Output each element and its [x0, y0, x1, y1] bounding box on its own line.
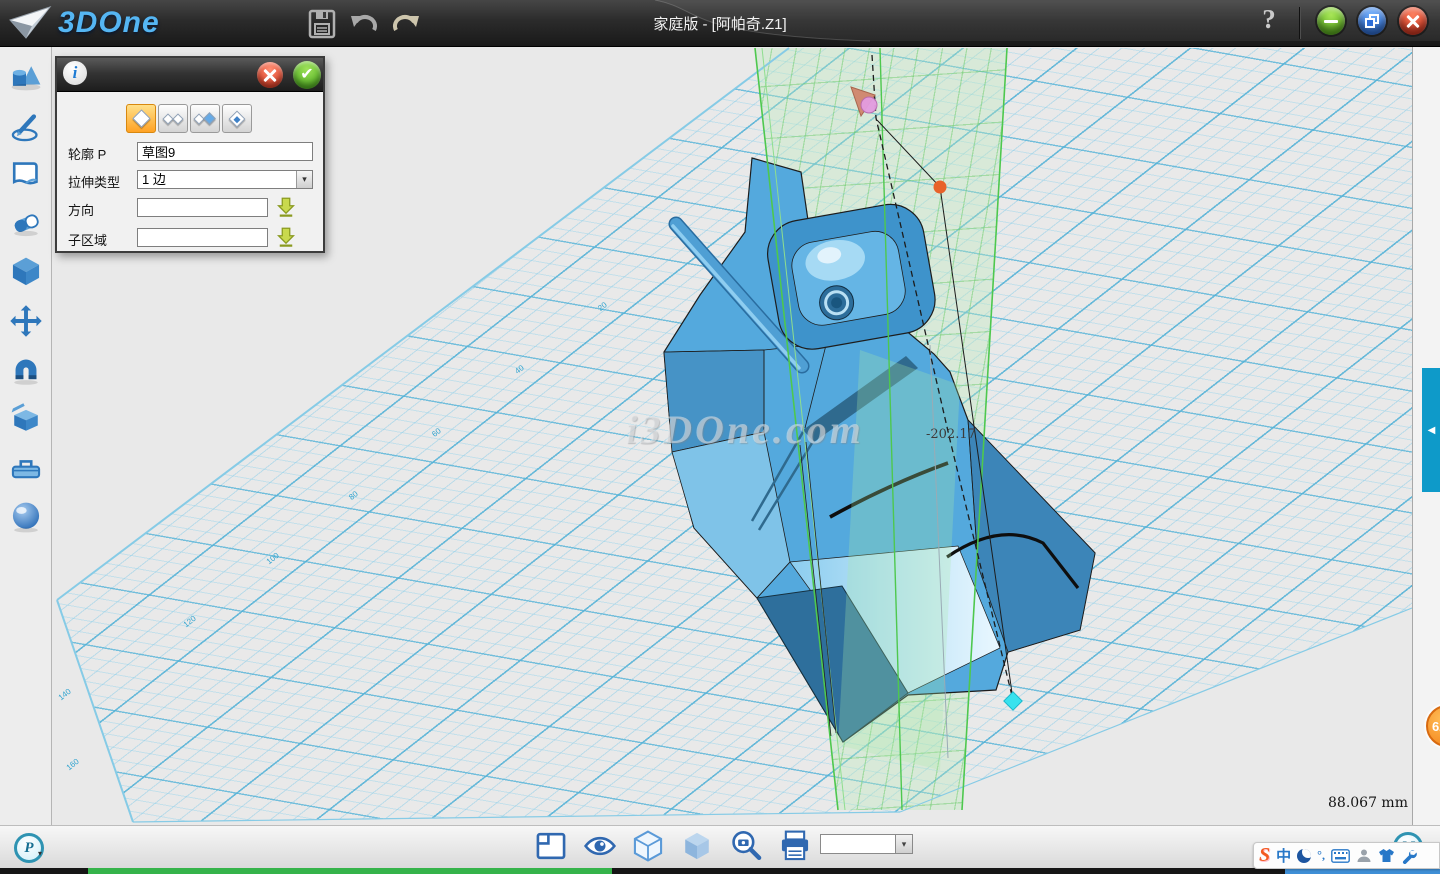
- render-sphere-icon: [13, 503, 39, 529]
- profile-input[interactable]: [137, 142, 313, 161]
- titlebar: 3DOne 家庭版 - [阿帕奇.Z1] ?: [0, 0, 1440, 47]
- badge-count: 62: [1432, 719, 1440, 734]
- restore-icon-back: [1365, 18, 1375, 28]
- print-button[interactable]: [778, 829, 812, 863]
- zoom-button[interactable]: [729, 829, 763, 863]
- restore-button[interactable]: [1358, 7, 1386, 35]
- measurement-readout: 88.067 mm: [1318, 795, 1408, 811]
- user-profile-icon[interactable]: [1356, 848, 1372, 864]
- grid-tick: 160: [65, 757, 81, 772]
- subregion-input[interactable]: [137, 228, 268, 247]
- brand-text: 3DOne: [58, 6, 160, 40]
- subregion-label: 子区域: [68, 230, 107, 249]
- watermark: i3DOne.com: [626, 406, 864, 453]
- p-label: P: [24, 840, 33, 856]
- extrude-distance-label: -202.17: [926, 427, 976, 442]
- view-dropdown[interactable]: [820, 834, 896, 854]
- minus-icon: [1324, 20, 1338, 23]
- direction-label: 方向: [68, 200, 94, 219]
- save-button[interactable]: [306, 8, 338, 40]
- grid-tick: 140: [57, 687, 73, 702]
- sogou-logo[interactable]: S: [1259, 844, 1270, 867]
- window-title: 家庭版 - [阿帕奇.Z1]: [653, 13, 786, 34]
- view-toolbar: P: [0, 825, 1440, 868]
- extrude-type-label: 拉伸类型: [68, 172, 120, 191]
- sidebar-item-tools[interactable]: [9, 451, 43, 485]
- wireframe-button[interactable]: [631, 829, 665, 863]
- dialog-header[interactable]: i ✔: [57, 58, 323, 92]
- sidebar-item-sketch[interactable]: [9, 110, 43, 144]
- mode-extrude-symmetric[interactable]: [190, 104, 220, 133]
- help-button[interactable]: ?: [1254, 4, 1284, 40]
- sketch-icon: [13, 130, 37, 140]
- undo-button[interactable]: [348, 8, 380, 40]
- profile-label: 轮廓 P: [68, 144, 106, 163]
- direction-input[interactable]: [137, 198, 268, 217]
- collapse-arrow-icon: ◀: [1428, 425, 1436, 436]
- sidebar-item-sketch-plane[interactable]: [9, 157, 43, 191]
- one-side-diamond-icon: [132, 109, 150, 127]
- mode-extrude-by-offset[interactable]: [222, 104, 252, 133]
- edit-eraser-icon: [13, 214, 39, 234]
- p-mode-caret[interactable]: ▾: [38, 849, 42, 858]
- extrude-type-value: 1 边: [138, 171, 312, 188]
- chevron-down-icon[interactable]: ▾: [296, 171, 312, 188]
- shaded-button[interactable]: [680, 829, 714, 863]
- visibility-button[interactable]: [583, 829, 617, 863]
- symmetric-icon-b: [203, 112, 216, 125]
- titlebar-divider: [1300, 7, 1301, 39]
- dialog-cancel-button[interactable]: [257, 62, 283, 88]
- keyboard-icon[interactable]: [1331, 849, 1350, 863]
- moon-mode-icon[interactable]: [1297, 849, 1311, 863]
- split-view-icon: [538, 834, 564, 858]
- mode-extrude-two-sides[interactable]: [158, 104, 188, 133]
- sidebar-item-primitives[interactable]: [9, 61, 43, 95]
- info-icon: i: [63, 61, 87, 85]
- view-dropdown-arrow[interactable]: ▾: [896, 834, 913, 854]
- taskbar-app-green: [88, 868, 612, 874]
- sidebar-item-features[interactable]: [9, 255, 43, 289]
- offset-icon: [229, 111, 246, 128]
- printer-icon: [786, 832, 804, 840]
- pick-arrow-icon: [279, 198, 294, 213]
- skin-shirt-icon[interactable]: [1378, 848, 1395, 863]
- mode-extrude-one-side[interactable]: [126, 104, 156, 133]
- help-icon: ?: [1262, 4, 1276, 34]
- p-mode-button[interactable]: P: [14, 833, 44, 863]
- ime-toolbar: S 中 °,: [1253, 842, 1440, 869]
- toolbar-sidebar: [0, 47, 52, 825]
- sidebar-item-move[interactable]: [9, 304, 43, 338]
- two-sides-icon-b: [172, 113, 183, 124]
- paper-plane-icon: [8, 4, 52, 42]
- panel-collapse-tab[interactable]: ◀: [1422, 368, 1440, 492]
- close-button[interactable]: [1399, 7, 1427, 35]
- dialog-ok-button[interactable]: ✔: [293, 61, 321, 89]
- sidebar-item-edit[interactable]: [9, 206, 43, 240]
- sidebar-item-render[interactable]: [9, 500, 43, 534]
- redo-button[interactable]: [390, 8, 422, 40]
- punct-indicator[interactable]: °,: [1317, 848, 1325, 863]
- sidebar-item-special-shapes[interactable]: [9, 402, 43, 436]
- offset-icon-core: [233, 116, 240, 123]
- pick-arrow-icon-2: [279, 228, 294, 243]
- taskbar-strip: [0, 868, 1440, 874]
- minimize-button[interactable]: [1317, 7, 1345, 35]
- direction-pick-button[interactable]: [276, 197, 296, 217]
- special-shape-icon: [12, 403, 25, 412]
- subregion-pick-button[interactable]: [276, 227, 296, 247]
- sidebar-item-assembly[interactable]: [9, 353, 43, 387]
- settings-wrench-icon[interactable]: [1401, 848, 1417, 864]
- extrude-type-select[interactable]: 1 边 ▾: [137, 170, 313, 189]
- app-window: 20 40 60 80 100 120 140 160: [0, 0, 1440, 874]
- split-view-button[interactable]: [534, 829, 568, 863]
- move-icon: [10, 305, 41, 336]
- app-logo: 3DOne: [8, 4, 160, 42]
- extrude-dialog: i ✔ 轮廓 P 拉伸类型 1 边: [55, 56, 325, 253]
- check-icon: ✔: [300, 66, 313, 83]
- lang-indicator[interactable]: 中: [1276, 845, 1291, 866]
